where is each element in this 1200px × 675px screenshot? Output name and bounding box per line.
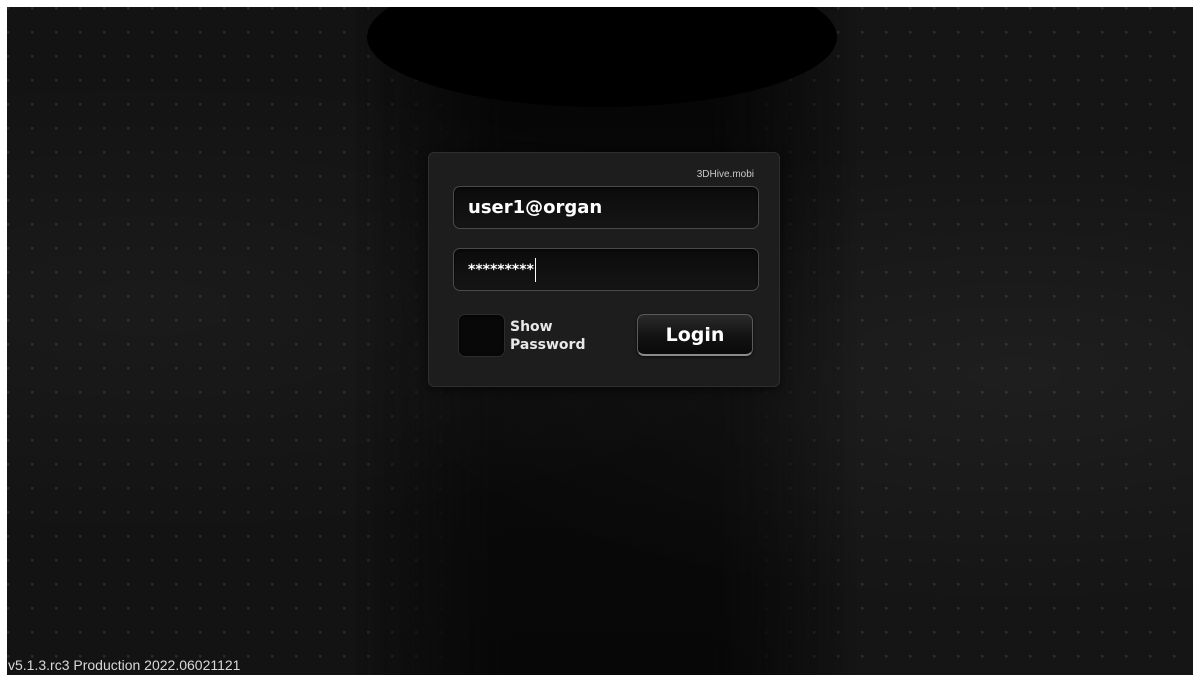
show-password-label[interactable]: Show Password [510, 318, 620, 354]
show-password-checkbox[interactable] [458, 314, 505, 357]
password-value: ********* [468, 261, 534, 278]
username-input[interactable]: user1@organ [453, 186, 759, 229]
login-button[interactable]: Login [637, 314, 753, 356]
text-caret [534, 257, 536, 282]
login-button-label: Login [665, 323, 725, 346]
brand-label: 3DHive.mobi [696, 169, 754, 180]
login-panel: 3DHive.mobi user1@organ ********* Show P… [428, 152, 780, 387]
scene-background: 3DHive.mobi user1@organ ********* Show P… [7, 7, 1193, 675]
password-input[interactable]: ********* [453, 248, 759, 291]
version-label: v5.1.3.rc3 Production 2022.06021121 [8, 657, 241, 673]
username-value: user1@organ [468, 197, 603, 218]
